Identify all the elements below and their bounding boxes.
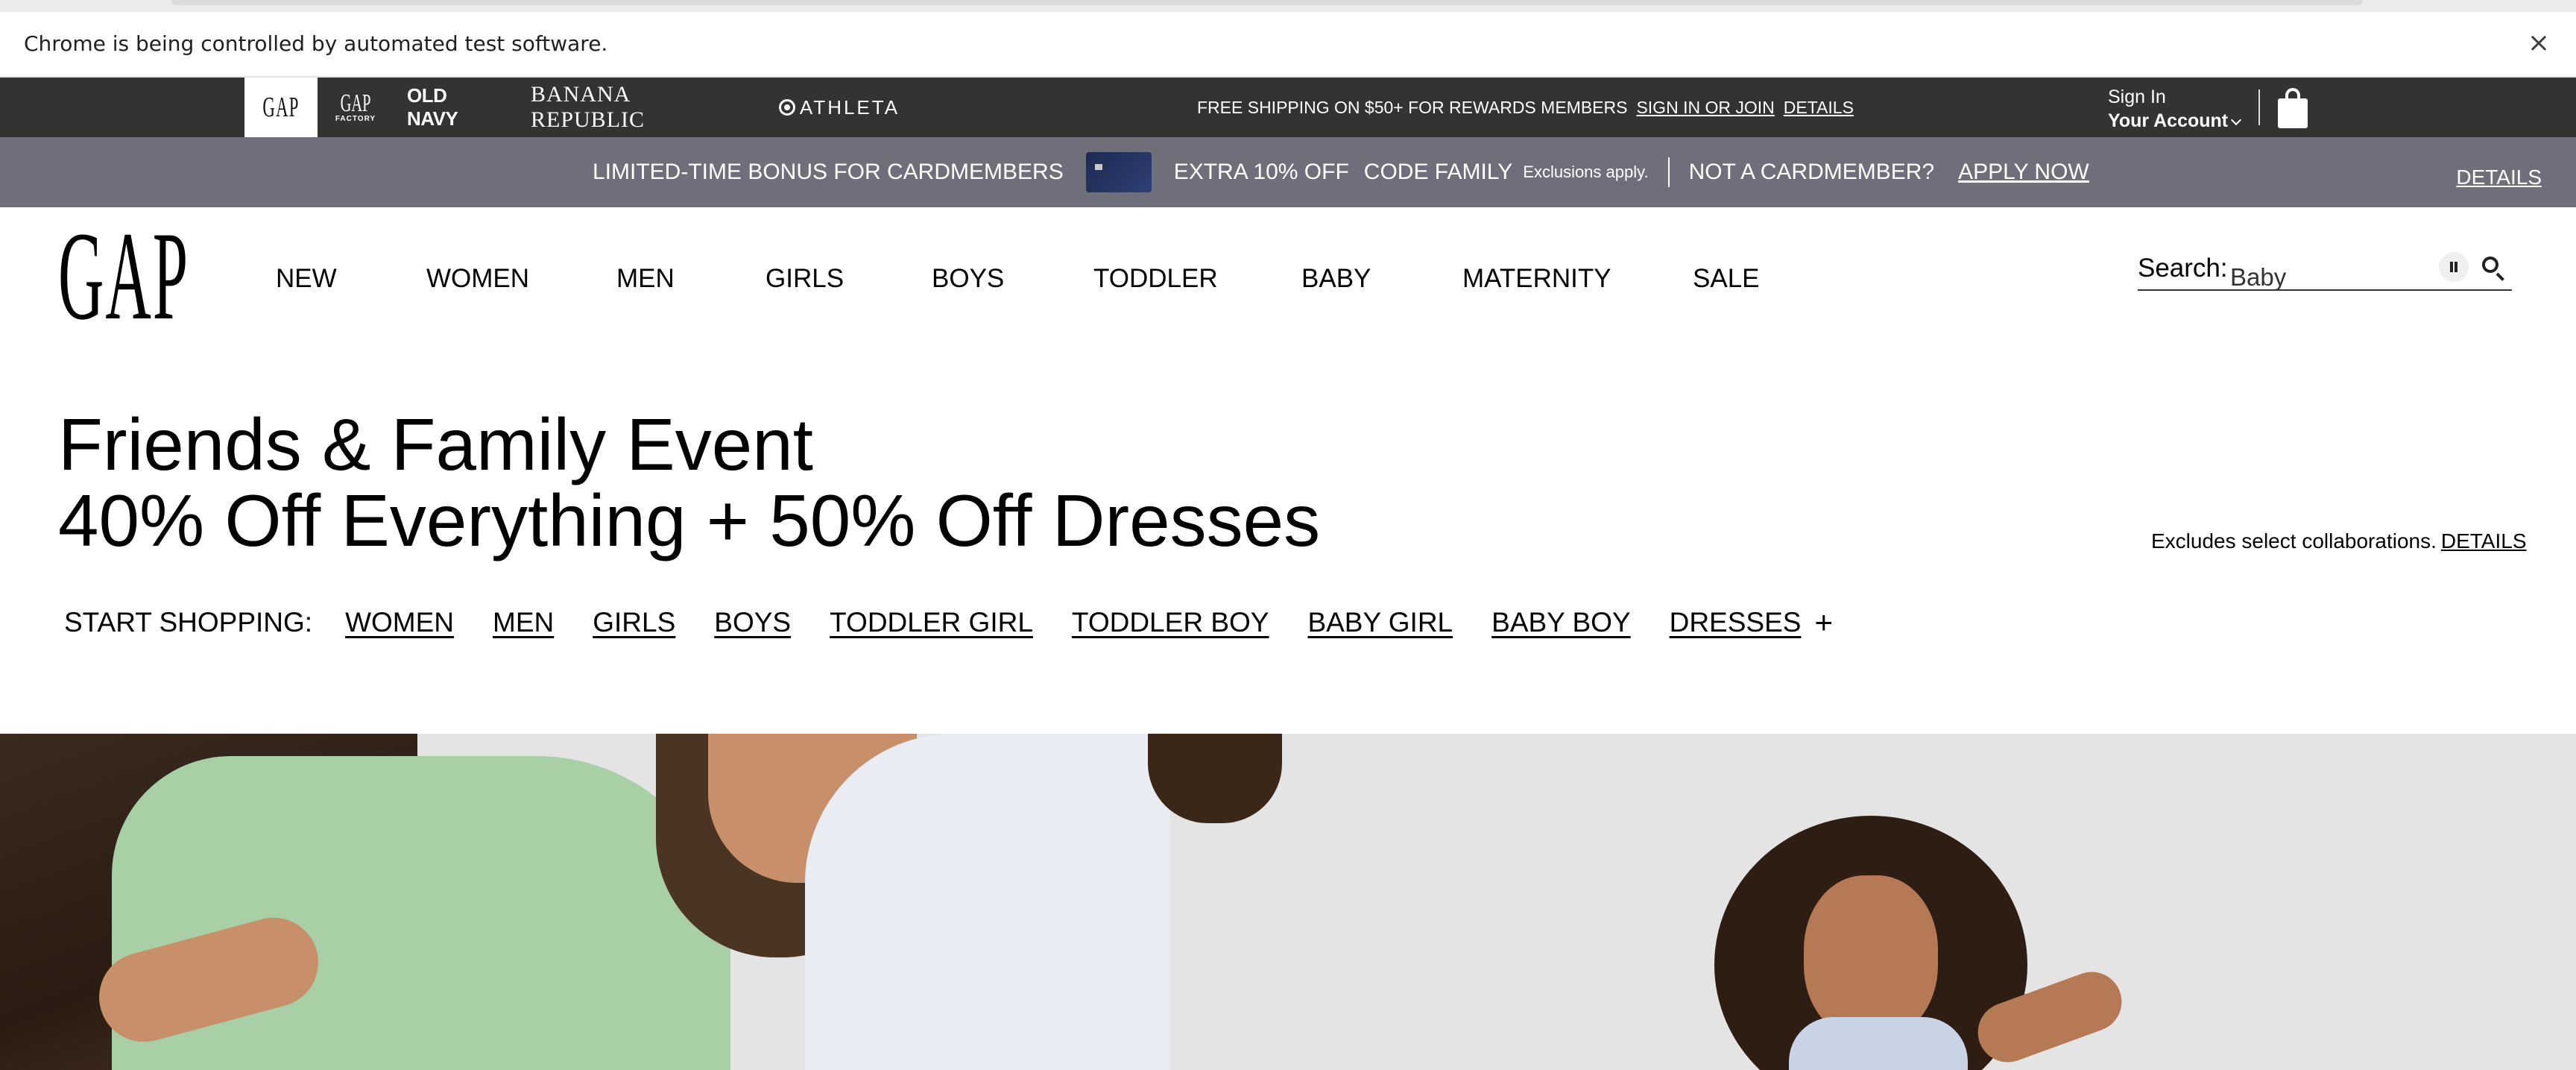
brand-tab-gap-factory[interactable]: GAP FACTORY: [325, 78, 386, 137]
shipping-details-link[interactable]: DETAILS: [1784, 98, 1854, 118]
shipping-message: FREE SHIPPING ON $50+ FOR REWARDS MEMBER…: [1197, 78, 1854, 137]
promo-details-link[interactable]: DETAILS: [2456, 166, 2542, 189]
brand-tab-banana-republic[interactable]: BANANA REPUBLIC: [531, 78, 747, 137]
promo-bonus-text: LIMITED-TIME BONUS FOR CARDMEMBERS: [593, 160, 1064, 184]
shop-link-dresses[interactable]: DRESSES: [1670, 607, 1802, 638]
not-cardmember-text: NOT A CARDMEMBER?: [1688, 160, 1935, 184]
cardmember-promo-bar: LIMITED-TIME BONUS FOR CARDMEMBERS EXTRA…: [0, 137, 2576, 207]
browser-tab-strip: [0, 0, 2576, 12]
divider: [1667, 157, 1670, 187]
exclusions-text: Excludes select collaborations.: [2151, 529, 2437, 553]
infobar-message: Chrome is being controlled by automated …: [24, 31, 608, 56]
shop-link-toddler-boy[interactable]: TODDLER BOY: [1072, 607, 1269, 638]
gap-logo[interactable]: GAP: [57, 206, 190, 346]
hero-subtitle: 40% Off Everything + 50% Off Dresses: [58, 479, 1321, 561]
sign-in-label: Sign In: [2108, 86, 2166, 107]
gap-brand-logo: GAP: [262, 92, 300, 123]
nav-item-girls[interactable]: GIRLS: [765, 264, 844, 294]
chevron-down-icon: [2231, 114, 2242, 126]
old-navy-logo: OLD NAVY: [407, 84, 458, 130]
shop-link-toddler-girl[interactable]: TODDLER GIRL: [830, 607, 1033, 638]
nav-item-women[interactable]: WOMEN: [426, 264, 529, 294]
plus-icon[interactable]: +: [1814, 605, 1833, 641]
nav-item-toddler[interactable]: TODDLER: [1093, 264, 1218, 294]
shopping-bag-icon[interactable]: [2276, 86, 2309, 128]
nav-item-men[interactable]: MEN: [616, 264, 675, 294]
main-navigation: GAP NEW WOMEN MEN GIRLS BOYS TODDLER BAB…: [0, 206, 2576, 346]
nav-item-boys[interactable]: BOYS: [932, 264, 1004, 294]
promo-exclusions: Exclusions apply.: [1523, 163, 1649, 181]
shop-link-women[interactable]: WOMEN: [345, 607, 454, 638]
automation-infobar: Chrome is being controlled by automated …: [0, 12, 2576, 78]
shipping-text: FREE SHIPPING ON $50+ FOR REWARDS MEMBER…: [1197, 97, 1628, 117]
brand-tab-old-navy[interactable]: OLD NAVY: [407, 78, 501, 137]
account-menu[interactable]: Sign In Your Account: [2108, 85, 2242, 133]
your-account-label: Your Account: [2108, 109, 2242, 133]
brand-tab-gap[interactable]: GAP: [244, 78, 318, 137]
apply-now-link[interactable]: APPLY NOW: [1958, 160, 2089, 185]
shop-link-girls[interactable]: GIRLS: [593, 607, 675, 638]
search-bar: Search:: [2138, 248, 2512, 292]
athleta-icon: [778, 99, 795, 116]
athleta-logo: ATHLETA: [799, 95, 900, 119]
hero-title: Friends & Family Event: [58, 403, 813, 485]
gap-logo-text: GAP: [57, 206, 190, 346]
shop-link-boys[interactable]: BOYS: [714, 607, 791, 638]
banana-republic-logo: BANANA REPUBLIC: [531, 82, 645, 132]
promo-content: LIMITED-TIME BONUS FOR CARDMEMBERS EXTRA…: [593, 137, 2089, 207]
hero-image[interactable]: [0, 734, 2576, 1070]
nav-item-new[interactable]: NEW: [276, 264, 337, 294]
credit-card-icon: [1085, 152, 1152, 192]
search-icon[interactable]: [2478, 252, 2507, 282]
brand-bar: GAP GAP FACTORY OLD NAVY BANANA REPUBLIC…: [0, 78, 2576, 137]
hero-exclusions: Excludes select collaborations. DETAILS: [2151, 529, 2527, 553]
nav-item-baby[interactable]: BABY: [1301, 264, 1371, 294]
shop-link-baby-boy[interactable]: BABY BOY: [1491, 607, 1630, 638]
promo-offer-text: EXTRA 10% OFF: [1173, 160, 1349, 184]
start-shopping-label: START SHOPPING:: [64, 607, 313, 638]
brand-tab-athleta[interactable]: ATHLETA: [775, 78, 903, 137]
promo-code-text: CODE FAMILY: [1363, 160, 1513, 184]
address-bar-edge: [171, 0, 2363, 5]
search-input[interactable]: [2230, 262, 2439, 292]
pause-icon[interactable]: [2439, 252, 2469, 282]
search-label: Search:: [2138, 254, 2228, 283]
nav-item-sale[interactable]: SALE: [1693, 264, 1760, 294]
gap-factory-logo: GAP: [340, 89, 371, 117]
divider: [2258, 89, 2260, 125]
nav-item-maternity[interactable]: MATERNITY: [1462, 264, 1611, 294]
close-icon[interactable]: ×: [2524, 28, 2554, 58]
shop-link-baby-girl[interactable]: BABY GIRL: [1307, 607, 1453, 638]
start-shopping-links: START SHOPPING: WOMEN MEN GIRLS BOYS TOD…: [64, 604, 1833, 641]
shop-link-men[interactable]: MEN: [493, 607, 554, 638]
hero-details-link[interactable]: DETAILS: [2441, 529, 2527, 553]
sign-in-or-join-link[interactable]: SIGN IN OR JOIN: [1636, 98, 1774, 118]
